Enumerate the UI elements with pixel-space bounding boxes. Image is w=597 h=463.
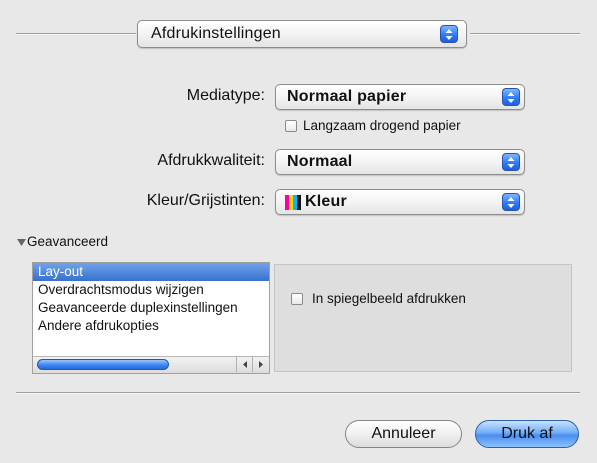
popup-arrows-icon (502, 88, 520, 106)
color-label: Kleur/Grijstinten: (146, 192, 265, 209)
popup-arrows-icon (502, 193, 520, 211)
options-panel: In spiegelbeeld afdrukken (274, 264, 572, 372)
header-separator-right (470, 33, 580, 35)
advanced-label: Geavanceerd (27, 234, 109, 249)
arrow-right-icon (259, 361, 263, 368)
slow-drying-label: Langzaam drogend papier (303, 118, 461, 133)
panel-popup-value: Afdrukinstellingen (151, 25, 281, 42)
disclosure-triangle-icon (17, 239, 26, 246)
scrollbar-thumb[interactable] (37, 359, 169, 370)
quality-label: Afdrukkwaliteit: (157, 152, 265, 169)
scroll-left-button[interactable] (236, 357, 252, 372)
list-item-layout[interactable]: Lay-out (33, 263, 269, 281)
color-swatch-icon (285, 195, 301, 210)
mirror-print-checkbox[interactable] (291, 293, 303, 305)
list-item-duplex[interactable]: Geavanceerde duplexinstellingen (33, 299, 269, 317)
mediatype-label: Mediatype: (186, 87, 265, 104)
header-separator-left (16, 33, 136, 35)
quality-value: Normaal (287, 153, 353, 170)
panel-popup[interactable]: Afdrukinstellingen (137, 20, 467, 48)
color-popup[interactable]: Kleur (275, 189, 525, 215)
print-button[interactable]: Druk af (475, 420, 579, 448)
slow-drying-checkbox[interactable] (285, 120, 297, 132)
list-item-other-options[interactable]: Andere afdrukopties (33, 317, 269, 335)
cancel-button[interactable]: Annuleer (345, 420, 462, 448)
mirror-print-label: In spiegelbeeld afdrukken (312, 291, 466, 306)
list-item-transfer-mode[interactable]: Overdrachtsmodus wijzigen (33, 281, 269, 299)
scroll-right-button[interactable] (252, 357, 268, 372)
mediatype-popup[interactable]: Normaal papier (275, 84, 525, 110)
popup-arrows-icon (440, 25, 458, 43)
mediatype-value: Normaal papier (287, 88, 407, 105)
footer-separator (16, 392, 580, 394)
quality-popup[interactable]: Normaal (275, 149, 525, 175)
horizontal-scrollbar[interactable] (33, 356, 269, 373)
advanced-category-list[interactable]: Lay-out Overdrachtsmodus wijzigen Geavan… (32, 262, 270, 374)
arrow-left-icon (243, 361, 247, 368)
color-value: Kleur (305, 193, 347, 210)
popup-arrows-icon (502, 153, 520, 171)
